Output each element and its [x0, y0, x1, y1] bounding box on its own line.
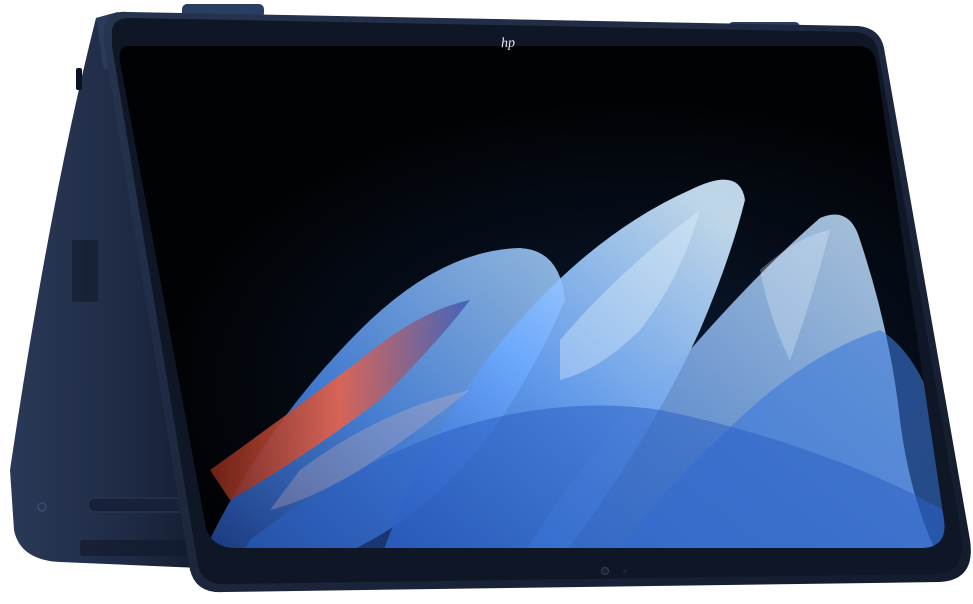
camera-icon: [601, 567, 609, 575]
usb-port-icon: [76, 68, 82, 90]
product-photo: hp: [0, 0, 973, 604]
screen: [119, 46, 945, 548]
base-vent: [87, 497, 189, 513]
speaker-grille: [72, 240, 98, 302]
laptop-illustration: hp: [10, 4, 971, 593]
sensor-icon: [623, 569, 627, 573]
brand-logo: hp: [501, 36, 516, 51]
